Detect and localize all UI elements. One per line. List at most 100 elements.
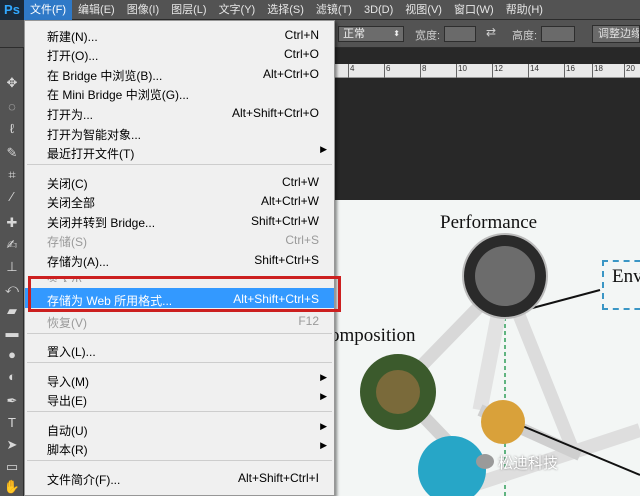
menu-separator — [27, 411, 332, 412]
menu-item-new[interactable]: 新建(N)... Ctrl+N — [25, 24, 334, 44]
swap-icon[interactable]: ⇄ — [486, 25, 496, 39]
file-menu-dropdown: 新建(N)... Ctrl+N 打开(O)... Ctrl+O 在 Bridge… — [24, 20, 335, 496]
menu-filter[interactable]: 滤镜(T) — [310, 0, 358, 20]
molecule-diagram — [360, 233, 640, 496]
quick-select-tool-icon[interactable]: ✎ — [3, 144, 21, 162]
menu-item-shortcut: Shift+Ctrl+S — [254, 253, 319, 267]
move-tool-icon[interactable]: ✥ — [3, 74, 21, 92]
style-select[interactable]: 正常 ⬍ — [338, 26, 404, 42]
marquee-tool-icon[interactable]: ◌ — [3, 98, 21, 116]
blur-tool-icon[interactable]: ● — [3, 346, 21, 364]
submenu-arrow-icon: ▶ — [320, 391, 327, 401]
ruler-tick: 12 — [492, 64, 503, 78]
menu-item-label: 关闭全部 — [47, 196, 96, 210]
menu-item-label: 导出(E) — [47, 394, 87, 408]
brush-tool-icon[interactable]: ✍ — [3, 236, 21, 254]
menu-item-close[interactable]: 关闭(C) Ctrl+W — [25, 171, 334, 191]
menu-image[interactable]: 图像(I) — [121, 0, 165, 20]
ruler-tick: 14 — [528, 64, 539, 78]
menu-item-file-info[interactable]: 文件简介(F)... Alt+Shift+Ctrl+I — [25, 467, 334, 487]
height-label: 高度: — [512, 30, 538, 42]
menu-item-shortcut: Ctrl+O — [283, 47, 319, 61]
menu-item-shortcut: Alt+Shift+Ctrl+O — [231, 106, 319, 120]
clone-stamp-tool-icon[interactable]: ⊥ — [3, 258, 21, 276]
menu-bar: Ps 文件(F) 编辑(E) 图像(I) 图层(L) 文字(Y) 选择(S) 滤… — [0, 0, 640, 20]
menu-help[interactable]: 帮助(H) — [500, 0, 549, 20]
menu-file[interactable]: 文件(F) — [24, 0, 73, 20]
menu-item-shortcut: Shift+Ctrl+W — [250, 214, 319, 228]
menu-item-shortcut: Ctrl+N — [284, 28, 319, 42]
menu-item-open-as[interactable]: 打开为... Alt+Shift+Ctrl+O — [25, 102, 334, 122]
menu-item-browse-mini-bridge[interactable]: 在 Mini Bridge 中浏览(G)... — [25, 82, 334, 102]
menu-item-label: 脚本(R) — [47, 443, 88, 457]
crop-tool-icon[interactable]: ⌗ — [3, 166, 21, 184]
menu-item-shortcut: Alt+Ctrl+W — [260, 194, 319, 208]
eyedropper-tool-icon[interactable]: ⁄ — [3, 188, 21, 206]
lasso-tool-icon[interactable]: ℓ — [3, 120, 21, 138]
style-select-value: 正常 — [343, 28, 365, 40]
type-tool-icon[interactable]: T — [3, 414, 21, 432]
menu-item-shortcut: Ctrl+W — [282, 175, 319, 189]
menu-item-browse-bridge[interactable]: 在 Bridge 中浏览(B)... Alt+Ctrl+O — [25, 63, 334, 83]
eraser-tool-icon[interactable]: ▰ — [3, 302, 21, 320]
healing-tool-icon[interactable]: ✚ — [3, 214, 21, 232]
menu-separator — [27, 460, 332, 461]
history-brush-tool-icon[interactable]: ⤺ — [3, 280, 21, 298]
submenu-arrow-icon: ▶ — [320, 421, 327, 431]
select-arrows-icon: ⬍ — [393, 29, 400, 38]
menu-item-save-as[interactable]: 存储为(A)... Shift+Ctrl+S — [25, 249, 334, 269]
composition-label: omposition — [330, 325, 416, 346]
menu-item-shortcut: Ctrl+S — [285, 233, 319, 247]
ruler-tick: 4 — [347, 64, 355, 78]
menu-separator — [27, 164, 332, 165]
hand-tool-icon[interactable]: ✋ — [3, 478, 21, 496]
menu-item-export[interactable]: 导出(E) ▶ — [25, 388, 334, 408]
menu-item-shortcut: F12 — [298, 314, 319, 328]
menu-item-label: 最近打开文件(T) — [47, 147, 135, 161]
menu-item-scripts[interactable]: 脚本(R) ▶ — [25, 437, 334, 457]
menu-item-automate[interactable]: 自动(U) ▶ — [25, 418, 334, 438]
menu-item-close-all[interactable]: 关闭全部 Alt+Ctrl+W — [25, 190, 334, 210]
menu-item-close-go-bridge[interactable]: 关闭并转到 Bridge... Shift+Ctrl+W — [25, 210, 334, 230]
menu-separator — [27, 362, 332, 363]
menu-item-shortcut: Alt+Shift+Ctrl+I — [237, 471, 319, 485]
menu-select[interactable]: 选择(S) — [261, 0, 310, 20]
env-box: Env — [602, 260, 640, 310]
menu-item-open-smart-object[interactable]: 打开为智能对象... — [25, 122, 334, 142]
ruler-tick: 20 — [624, 64, 635, 78]
width-field[interactable] — [444, 26, 476, 42]
refine-edge-button[interactable]: 调整边缘... — [592, 25, 640, 43]
menu-view[interactable]: 视图(V) — [399, 0, 448, 20]
dodge-tool-icon[interactable]: ◐ — [3, 368, 21, 386]
ruler-tick: 8 — [419, 64, 427, 78]
document-canvas[interactable]: Performance omposition Env 松迪科技 — [330, 200, 640, 496]
submenu-arrow-icon: ▶ — [320, 372, 327, 382]
performance-label: Performance — [440, 212, 538, 233]
submenu-arrow-icon: ▶ — [320, 144, 327, 154]
gradient-tool-icon[interactable]: ▬ — [3, 324, 21, 342]
menu-item-open[interactable]: 打开(O)... Ctrl+O — [25, 43, 334, 63]
menu-item-label: 置入(L)... — [47, 345, 96, 359]
ruler-tick: 10 — [456, 64, 467, 78]
path-select-tool-icon[interactable]: ➤ — [3, 436, 21, 454]
menu-item-label: 打开为... — [47, 108, 94, 122]
ruler-tick: 6 — [383, 64, 391, 78]
menu-window[interactable]: 窗口(W) — [448, 0, 500, 20]
menu-item-import[interactable]: 导入(M) ▶ — [25, 369, 334, 389]
photoshop-logo: Ps — [0, 0, 24, 20]
ruler-tick: 16 — [564, 64, 575, 78]
performance-sphere-inner — [475, 246, 535, 306]
menu-item-revert[interactable]: 恢复(V) F12 — [25, 310, 334, 330]
ruler-tick: 18 — [592, 64, 603, 78]
pen-tool-icon[interactable]: ✒ — [3, 392, 21, 410]
shape-tool-icon[interactable]: ▭ — [3, 458, 21, 476]
menu-edit[interactable]: 编辑(E) — [72, 0, 121, 20]
menu-3d[interactable]: 3D(D) — [358, 0, 399, 20]
menu-item-place[interactable]: 置入(L)... — [25, 339, 334, 359]
menu-item-recent-files[interactable]: 最近打开文件(T) ▶ — [25, 141, 334, 161]
menu-layer[interactable]: 图层(L) — [165, 0, 212, 20]
menu-type[interactable]: 文字(Y) — [213, 0, 262, 20]
menu-item-save[interactable]: 存储(S) Ctrl+S — [25, 229, 334, 249]
highlight-outline — [28, 276, 341, 312]
height-field[interactable] — [541, 26, 575, 42]
